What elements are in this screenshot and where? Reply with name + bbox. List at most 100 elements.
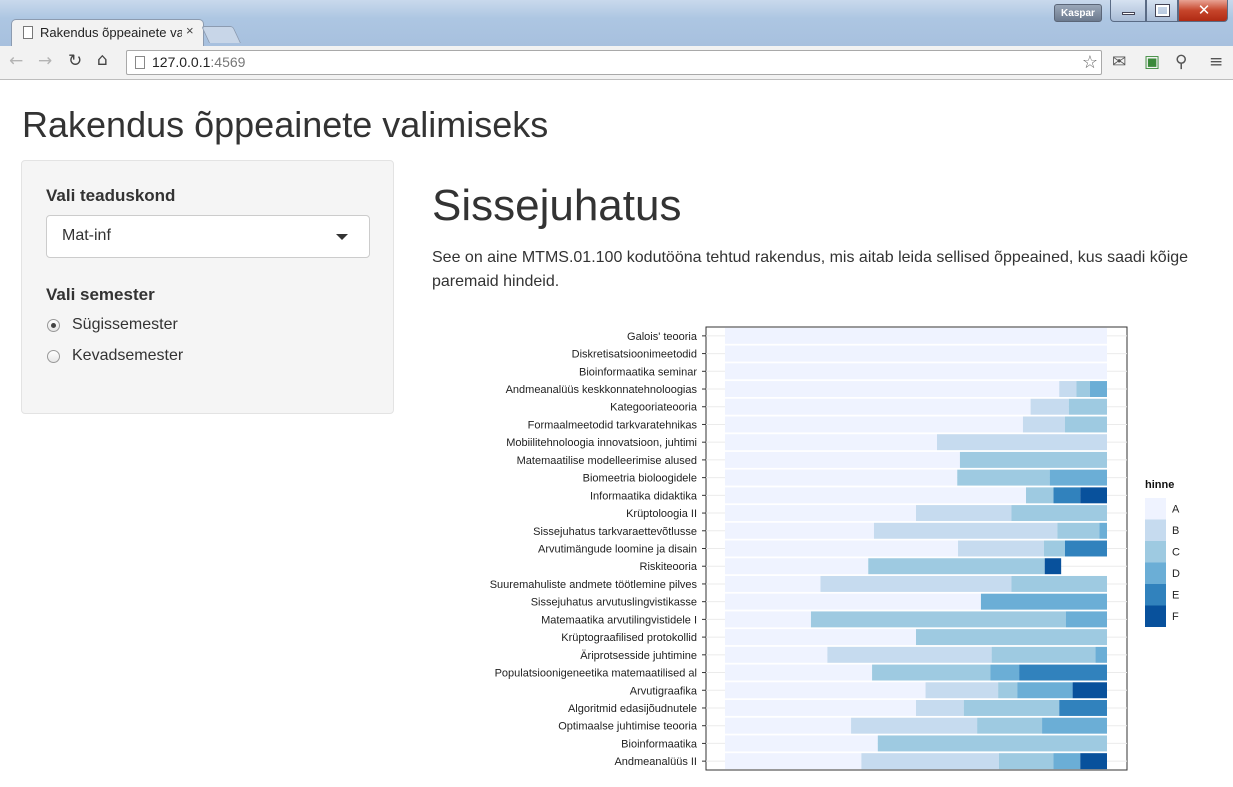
- y-tick-label: Andmeanalüüs keskkonnatehnoloogias: [506, 384, 698, 396]
- bar-segment-D: [1095, 646, 1107, 663]
- semester-label: Vali semester: [46, 285, 155, 304]
- tab-title: Rakendus õppeainete valimiseks: [40, 25, 182, 40]
- y-tick-label: Riskiteooria: [640, 561, 698, 573]
- bar-segment-C: [1043, 540, 1065, 557]
- bar-segment-A: [725, 611, 811, 628]
- bar-segment-A: [725, 381, 1060, 397]
- browser-tab[interactable]: Rakendus õppeainete valimiseks ×: [11, 19, 204, 46]
- bar-segment-F: [1080, 487, 1107, 504]
- y-tick-label: Galois' teooria: [627, 331, 698, 343]
- y-tick-label: Matemaatika arvutilingvistidele I: [541, 614, 697, 626]
- bar-segment-A: [725, 717, 852, 734]
- legend-label: E: [1172, 590, 1179, 602]
- section-heading: Sissejuhatus: [432, 181, 682, 230]
- bar-segment-B: [937, 434, 1107, 451]
- y-tick-label: Krüptograafilised protokollid: [561, 632, 697, 644]
- y-tick-label: Bioinformaatika seminar: [579, 366, 697, 378]
- chevron-down-icon: [336, 234, 348, 240]
- radio-button[interactable]: [47, 350, 60, 363]
- profile-badge[interactable]: Kaspar: [1054, 4, 1102, 22]
- forward-arrow-icon[interactable]: →: [38, 51, 52, 71]
- address-bar[interactable]: 127.0.0.1:4569 ☆: [126, 50, 1102, 75]
- bar-segment-C: [991, 646, 1096, 663]
- legend-swatch-C: [1145, 541, 1166, 563]
- bar-segment-D: [1017, 682, 1073, 699]
- bar-segment-C: [1026, 487, 1054, 504]
- y-tick-label: Populatsioonigeneetika matemaatilised al: [495, 668, 697, 680]
- y-tick-label: Mobiilitehnoloogia innovatsioon, juhtimi: [506, 437, 697, 449]
- menu-icon[interactable]: ≡: [1209, 52, 1223, 72]
- bar-segment-B: [820, 575, 1012, 592]
- maximize-button[interactable]: [1146, 0, 1178, 22]
- reload-icon[interactable]: ↻: [68, 51, 82, 71]
- y-tick-label: Formaalmeetodid tarkvaratehnikas: [528, 419, 698, 431]
- legend-swatch-D: [1145, 562, 1166, 584]
- bar-segment-A: [725, 664, 873, 681]
- bar-segment-C: [916, 629, 1107, 646]
- bar-segment-D: [1089, 381, 1107, 397]
- page-icon: [135, 56, 145, 69]
- bar-segment-B: [827, 646, 992, 663]
- bar-segment-A: [725, 363, 1107, 380]
- y-tick-label: Krüptoloogia II: [626, 508, 697, 520]
- extension-icon[interactable]: ▣: [1144, 52, 1160, 72]
- bar-segment-B: [1059, 381, 1077, 397]
- y-tick-label: Algoritmid edasijõudnutele: [568, 703, 697, 715]
- y-tick-label: Suuremahuliste andmete töötlemine pilves: [490, 579, 698, 591]
- bar-segment-C: [957, 469, 1050, 486]
- minimize-button[interactable]: [1110, 0, 1146, 22]
- y-tick-label: Äriprotsesside juhtimine: [580, 650, 697, 662]
- window-close-button[interactable]: ✕: [1178, 0, 1228, 22]
- mail-icon[interactable]: ✉: [1112, 52, 1126, 72]
- faculty-select[interactable]: Mat-inf: [46, 215, 370, 258]
- bar-segment-C: [868, 558, 1045, 575]
- bar-segment-A: [725, 629, 916, 646]
- bar-segment-A: [725, 540, 959, 557]
- y-tick-label: Kategooriateooria: [610, 402, 698, 414]
- legend-title: hinne: [1145, 479, 1174, 491]
- back-arrow-icon[interactable]: ←: [9, 51, 23, 71]
- bar-segment-B: [861, 753, 999, 770]
- minimize-icon: [1122, 12, 1135, 15]
- grade-distribution-chart: Galois' teooria Diskretisatsioonimeetodid…: [490, 326, 1180, 771]
- close-icon: ✕: [1197, 1, 1211, 19]
- bar-segment-B: [916, 700, 964, 716]
- bar-segment-C: [1057, 522, 1100, 539]
- bar-segment-B: [851, 717, 978, 734]
- bar-segment-D: [990, 664, 1020, 681]
- y-tick-label: Arvutimängude loomine ja disain: [538, 544, 697, 556]
- bar-segment-C: [810, 611, 1066, 628]
- maximize-icon: [1155, 4, 1170, 17]
- y-tick-label: Arvutigraafika: [630, 685, 698, 697]
- legend-label: F: [1172, 611, 1179, 623]
- legend-swatch-A: [1145, 498, 1166, 520]
- url-host: 127.0.0.1: [152, 54, 211, 70]
- bar-segment-C: [872, 664, 991, 681]
- legend-swatch-F: [1145, 605, 1166, 627]
- home-icon[interactable]: ⌂: [97, 50, 108, 70]
- bar-segment-C: [998, 682, 1018, 699]
- bar-segment-D: [1042, 717, 1107, 734]
- bar-segment-A: [725, 345, 1107, 362]
- app-title: Rakendus õppeainete valimiseks: [22, 104, 549, 145]
- bar-segment-A: [725, 735, 878, 752]
- y-tick-label: Diskretisatsioonimeetodid: [572, 349, 697, 361]
- bar-segment-A: [725, 558, 869, 575]
- radio-button-checked[interactable]: [47, 319, 60, 332]
- bar-segment-A: [725, 575, 821, 592]
- new-tab-button[interactable]: [201, 26, 241, 43]
- bar-segment-A: [725, 487, 1027, 504]
- bar-segment-B: [958, 540, 1044, 557]
- bar-segment-B: [873, 522, 1058, 539]
- bar-segment-A: [725, 593, 981, 610]
- bar-segment-E: [1059, 700, 1107, 716]
- bookmark-star-icon[interactable]: ☆: [1082, 52, 1098, 73]
- sidebar-panel: Vali teaduskond Mat-inf Vali semester Sü…: [21, 160, 394, 414]
- tab-close-icon[interactable]: ×: [186, 23, 194, 38]
- y-tick-label: Biomeetria bioloogidele: [583, 473, 697, 485]
- y-tick-label: Informaatika didaktika: [590, 490, 698, 502]
- bar-segment-A: [725, 434, 938, 451]
- key-icon[interactable]: ⚲: [1175, 52, 1187, 72]
- browser-title-bar: Rakendus õppeainete valimiseks × Kaspar …: [0, 0, 1233, 46]
- bar-segment-D: [1049, 469, 1107, 486]
